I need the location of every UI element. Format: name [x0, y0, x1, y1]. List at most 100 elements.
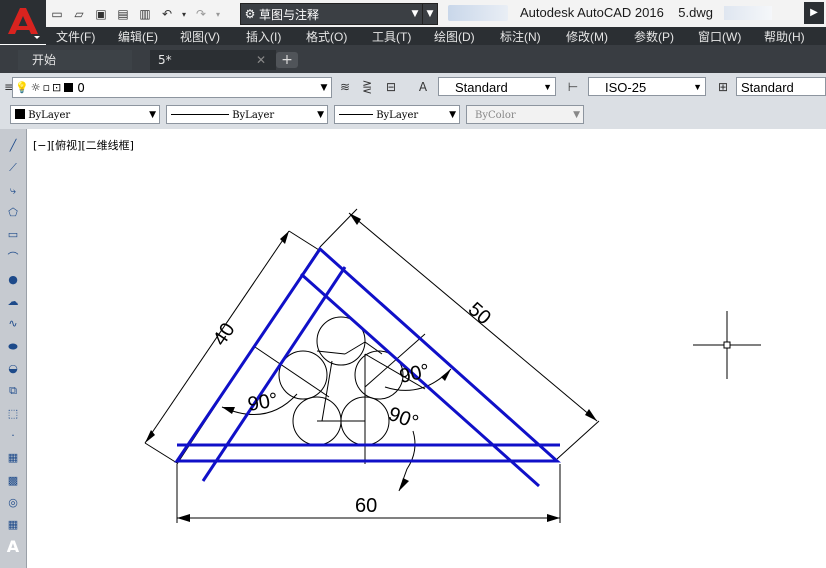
crosshair-pickbox — [723, 341, 731, 349]
blurred-region-2 — [724, 6, 772, 20]
save-as-icon[interactable]: ▤ — [114, 5, 132, 23]
spline-icon[interactable]: ∿ — [4, 315, 22, 333]
bulb-icon: 💡 — [15, 81, 29, 94]
color-select[interactable]: ByLayer ▼ — [10, 105, 160, 124]
redo-icon[interactable]: ↷ — [192, 5, 210, 23]
menu-item-11[interactable]: 帮助(H) — [764, 28, 805, 45]
menu-item-7[interactable]: 标注(N) — [500, 28, 541, 45]
revision-cloud-icon[interactable]: ☁ — [4, 293, 22, 311]
layer-previous-icon[interactable]: ⋛ — [358, 78, 376, 96]
drawing-svg: 40 50 60 90° 90° 90° — [144, 208, 761, 523]
ellipse-icon[interactable]: ⬬ — [4, 338, 22, 356]
mtext-icon[interactable]: A — [4, 538, 22, 556]
text-style-icon[interactable]: A — [414, 78, 432, 96]
angle-text-a: 90° — [246, 389, 280, 416]
ext-line-left-1 — [144, 442, 178, 464]
chevron-down-icon: ▼ — [317, 110, 324, 120]
linetype-preview — [171, 114, 229, 115]
blurred-region — [448, 5, 508, 21]
dim-style-icon[interactable]: ⊢ — [564, 78, 582, 96]
circle-icon[interactable]: ● — [4, 271, 22, 289]
menu-item-10[interactable]: 窗口(W) — [698, 28, 741, 45]
linetype-select[interactable]: ByLayer ▼ — [166, 105, 328, 124]
table-icon[interactable]: ▦ — [4, 516, 22, 534]
layer-select[interactable]: 💡 ☼ ▫ ⊡ 0 ▼ — [12, 77, 332, 98]
search-expand-button[interactable]: ▶ — [804, 2, 824, 24]
workspace-select[interactable]: ⚙ 草图与注释 ▼ — [240, 3, 424, 25]
undo-dropdown-icon[interactable]: ▾ — [180, 5, 188, 23]
menu-item-9[interactable]: 参数(P) — [634, 28, 674, 45]
insert-block-icon[interactable]: ⧉ — [4, 382, 22, 400]
ext-line-left-2 — [288, 230, 320, 251]
tab-document[interactable]: 5* ✕ — [150, 50, 276, 70]
menu-bar: 文件(F) 编辑(E) 视图(V) 插入(I) 格式(O) 工具(T) 绘图(D) 标注(N)… — [46, 27, 826, 45]
title-bar: ▭ ▱ ▣ ▤ ▥ ↶ ▾ ↷ ▾ ⚙ 草图与注释 ▼ ▼ Autodesk A… — [0, 0, 826, 28]
table-style-select[interactable]: Standard — [736, 77, 826, 96]
dim-style-value: ISO-25 — [605, 80, 647, 95]
undo-icon[interactable]: ↶ — [158, 5, 176, 23]
make-current-layer-icon[interactable]: ≋ — [336, 78, 354, 96]
arrow-left-1 — [145, 430, 155, 443]
print-icon[interactable]: ▥ — [136, 5, 154, 23]
menu-item-1[interactable]: 编辑(E) — [118, 28, 158, 45]
lock-icon: ⊡ — [52, 81, 62, 94]
layer-color-swatch — [64, 83, 74, 92]
layers-styles-toolbar: ≡ 💡 ☼ ▫ ⊡ 0 ▼ ≋ ⋛ ⊟ A Standard ▼ ⊢ ISO-2… — [0, 73, 826, 102]
construction-line-icon[interactable]: ⟋ — [4, 159, 22, 177]
gradient-icon[interactable]: ▩ — [4, 472, 22, 490]
menu-item-8[interactable]: 修改(M) — [566, 28, 608, 45]
point-icon[interactable]: · — [4, 427, 22, 445]
angle-text-c: 90° — [385, 403, 421, 434]
close-icon[interactable]: ✕ — [256, 50, 266, 70]
polyline-icon[interactable]: ⤷ — [4, 182, 22, 200]
quick-access-toolbar: ▭ ▱ ▣ ▤ ▥ ↶ ▾ ↷ ▾ — [48, 3, 222, 25]
rectangle-icon[interactable]: ▭ — [4, 226, 22, 244]
color-value: ByLayer — [28, 110, 71, 121]
dim-style-select[interactable]: ISO-25 ▼ — [588, 77, 706, 96]
menu-item-2[interactable]: 视图(V) — [180, 28, 220, 45]
arrow-right-2 — [585, 409, 597, 421]
redo-dropdown-icon[interactable]: ▾ — [214, 5, 222, 23]
layer-state-icon[interactable]: ⊟ — [382, 78, 400, 96]
region-icon[interactable]: ◎ — [4, 494, 22, 512]
make-block-icon[interactable]: ⬚ — [4, 405, 22, 423]
lineweight-value: ByLayer — [376, 110, 419, 121]
lineweight-select[interactable]: ByLayer ▼ — [334, 105, 460, 124]
new-file-icon[interactable]: ▭ — [48, 5, 66, 23]
menu-item-3[interactable]: 插入(I) — [246, 28, 281, 45]
gear-icon: ⚙ — [244, 7, 256, 21]
layer-name: 0 — [77, 80, 85, 95]
polygon-icon[interactable]: ⬠ — [4, 204, 22, 222]
tab-document-label: 5* — [158, 53, 172, 67]
chevron-down-icon: ▼ — [573, 110, 580, 120]
table-style-icon[interactable]: ⊞ — [714, 78, 732, 96]
chevron-down-icon: ▼ — [693, 82, 702, 92]
arrow-right-1 — [349, 213, 361, 225]
lineweight-preview — [339, 114, 373, 115]
menu-item-5[interactable]: 工具(T) — [372, 28, 411, 45]
window-title: Autodesk AutoCAD 2016 5.dwg — [520, 5, 713, 20]
arrow-bottom-1 — [177, 514, 190, 522]
ext-line-right-2 — [556, 420, 600, 460]
chevron-down-icon: ▼ — [320, 82, 328, 93]
menu-item-6[interactable]: 绘图(D) — [434, 28, 475, 45]
hatch-icon[interactable]: ▦ — [4, 449, 22, 467]
ellipse-arc-icon[interactable]: ◒ — [4, 360, 22, 378]
save-icon[interactable]: ▣ — [92, 5, 110, 23]
application-menu-button[interactable] — [0, 0, 46, 44]
plotstyle-select: ByColor ▼ — [466, 105, 584, 124]
chevron-down-icon: ▼ — [149, 110, 156, 120]
arc-icon[interactable]: ⌒ — [4, 249, 22, 267]
tab-start[interactable]: 开始 — [18, 50, 132, 70]
open-file-icon[interactable]: ▱ — [70, 5, 88, 23]
menu-item-4[interactable]: 格式(O) — [306, 28, 347, 45]
line-icon[interactable]: ╱ — [4, 137, 22, 155]
freeze-viewport-icon: ▫ — [42, 81, 51, 94]
menu-item-0[interactable]: 文件(F) — [56, 28, 95, 45]
arrow-angle-b — [441, 369, 451, 381]
new-tab-button[interactable]: + — [276, 52, 298, 68]
linetype-value: ByLayer — [232, 110, 275, 121]
customize-qat-button[interactable]: ▼ — [422, 3, 438, 25]
text-style-select[interactable]: Standard ▼ — [438, 77, 556, 96]
drawing-canvas[interactable]: [−][俯视][二维线框] 40 50 60 90° 90° 90° — [27, 129, 826, 568]
